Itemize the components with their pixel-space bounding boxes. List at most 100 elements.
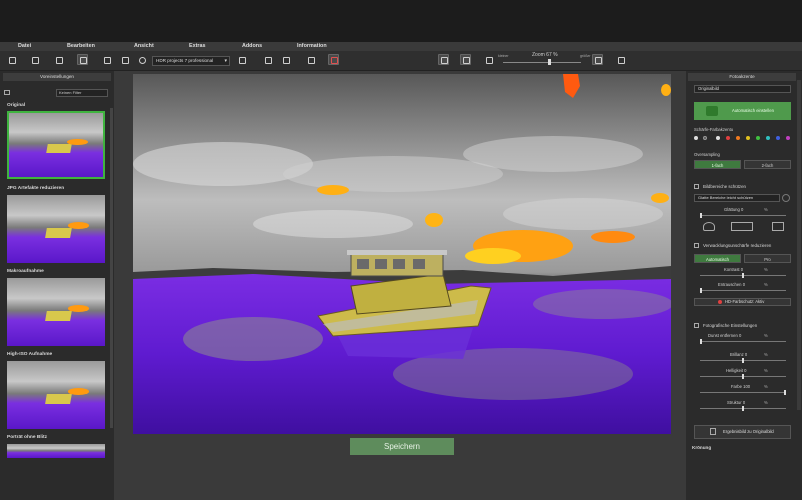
settings-header: Fotoakzente: [688, 73, 796, 81]
brillanz-slider-thumb[interactable]: [742, 358, 744, 363]
export-icon[interactable]: [102, 55, 113, 66]
preset-thumb-makro[interactable]: [7, 278, 105, 346]
zoom-max-label: größer: [580, 54, 591, 58]
color-dot-green[interactable]: [756, 136, 760, 140]
kontrast-label: Kontrast 0: [724, 267, 744, 272]
shake-icon: [694, 243, 699, 248]
presets-scrollbar[interactable]: [110, 108, 113, 428]
gallery-icon[interactable]: [281, 55, 292, 66]
info-icon[interactable]: [782, 194, 790, 202]
helligkeit-label: Helligkeit 0: [726, 368, 747, 373]
settings-scrollbar[interactable]: [797, 80, 801, 410]
dunst-slider[interactable]: [700, 341, 786, 342]
filter-select[interactable]: Keinen Filter: [56, 89, 108, 97]
compare-icon[interactable]: [77, 54, 88, 65]
menu-ansicht[interactable]: Ansicht: [134, 43, 154, 49]
preset-label-makro: Makroaufnahme: [7, 269, 44, 274]
preset-thumb-portrait[interactable]: [7, 444, 105, 458]
dunst-pct: %: [764, 333, 768, 338]
camera-settings-icon: [694, 323, 699, 328]
color-dot-mono[interactable]: [694, 136, 698, 140]
hdr-color-protect-button[interactable]: HD-Farbschutz: Aktiv: [694, 298, 791, 306]
presets-header: Voreinstellungen: [3, 73, 111, 81]
source-select[interactable]: Originalbild: [694, 85, 791, 93]
menu-bearbeiten[interactable]: Bearbeiten: [67, 43, 95, 49]
pause-icon[interactable]: [306, 55, 317, 66]
struktur-slider-thumb[interactable]: [742, 406, 744, 411]
copy-to-original-button[interactable]: Ergebnisbild zu Originalbild: [694, 425, 791, 439]
photo-preview[interactable]: [133, 74, 671, 434]
oversampling-2x[interactable]: 2-fach: [744, 160, 791, 169]
color-dot-cyan[interactable]: [766, 136, 770, 140]
helligkeit-pct: %: [764, 368, 768, 373]
oversampling-1x[interactable]: 1-fach: [694, 160, 741, 169]
dunst-slider-thumb[interactable]: [700, 339, 702, 344]
color-dot-off[interactable]: [703, 136, 707, 140]
new-file-icon[interactable]: [7, 55, 18, 66]
layers-icon[interactable]: [263, 55, 274, 66]
smooth-pct: %: [764, 207, 768, 212]
color-dot-white[interactable]: [716, 136, 720, 140]
menu-information[interactable]: Information: [297, 43, 327, 49]
noise-section-label: Verwacklungsunschärfe reduzieren: [703, 243, 772, 248]
histogram-icon[interactable]: [328, 54, 339, 65]
save-button[interactable]: Speichern: [350, 438, 454, 455]
fit-icon[interactable]: [592, 54, 603, 65]
zoom-min-label: kleiner: [498, 54, 509, 58]
brillanz-pct: %: [764, 352, 768, 357]
noise-auto[interactable]: Automatisch: [694, 254, 741, 263]
preset-thumb-original[interactable]: [7, 111, 105, 179]
play-icon[interactable]: [484, 55, 495, 66]
mirror-icon[interactable]: [460, 54, 471, 65]
preset-select[interactable]: HDR projects 7 professional ▾: [152, 56, 230, 66]
preset-label-jpg: JPG Artefakte reduzieren: [7, 186, 65, 191]
farbe-slider-thumb[interactable]: [784, 390, 786, 395]
preset-thumb-highiso[interactable]: [7, 361, 105, 429]
color-dot-blue[interactable]: [776, 136, 780, 140]
helligkeit-slider-thumb[interactable]: [742, 374, 744, 379]
noise-pro[interactable]: Pro: [744, 254, 791, 263]
farbe-label: Farbe 100: [731, 384, 751, 389]
menu-bar: Datei Bearbeiten Ansicht Extras Addons I…: [0, 42, 802, 51]
photo-section-label: Fotografische Einstellungen: [703, 323, 758, 328]
kontrast-pct: %: [764, 267, 768, 272]
rauschen-slider-thumb[interactable]: [700, 288, 702, 293]
kontrast-slider-thumb[interactable]: [742, 273, 744, 278]
share-icon[interactable]: [137, 55, 148, 66]
crop-icon[interactable]: [616, 55, 627, 66]
preset-label-original: Original: [7, 103, 26, 108]
color-dot-orange[interactable]: [736, 136, 740, 140]
batch-icon[interactable]: [54, 55, 65, 66]
print-icon[interactable]: [120, 55, 131, 66]
farbe-slider[interactable]: [700, 392, 786, 393]
save-icon[interactable]: [30, 55, 41, 66]
color-dot-yellow[interactable]: [746, 136, 750, 140]
preset-label-highiso: High-ISO Aufnahme: [7, 352, 53, 357]
rauschen-slider[interactable]: [700, 290, 786, 291]
drop-icon[interactable]: [703, 222, 715, 231]
shield-icon: [694, 184, 699, 189]
filter-icon[interactable]: [4, 90, 10, 95]
layout-icon[interactable]: [237, 55, 248, 66]
kroenung-section-label: Krönung: [692, 445, 712, 450]
dunst-label: Dunst entfernen 0: [708, 333, 742, 338]
smooth-slider-thumb[interactable]: [700, 213, 702, 218]
zoom-slider[interactable]: [503, 62, 581, 63]
protect-select[interactable]: Glatte Bereiche leicht schützen: [694, 194, 780, 202]
menu-addons[interactable]: Addons: [242, 43, 262, 49]
preset-thumb-jpg[interactable]: [7, 195, 105, 263]
menu-datei[interactable]: Datei: [18, 43, 31, 49]
status-dot-icon: [718, 300, 722, 304]
color-dot-magenta[interactable]: [786, 136, 790, 140]
split-view-icon[interactable]: [438, 54, 449, 65]
color-dot-red[interactable]: [726, 136, 730, 140]
camera-icon[interactable]: [772, 222, 784, 231]
chevron-down-icon: ▾: [224, 58, 227, 64]
magic-wand-icon: [706, 106, 718, 116]
smooth-slider[interactable]: [700, 215, 786, 216]
menu-extras[interactable]: Extras: [189, 43, 205, 49]
drop-camera-icon[interactable]: [731, 222, 753, 231]
sharp-color-label: Schärfe-Farbakzentu: [694, 127, 734, 132]
struktur-pct: %: [764, 400, 768, 405]
zoom-slider-thumb[interactable]: [548, 59, 551, 65]
